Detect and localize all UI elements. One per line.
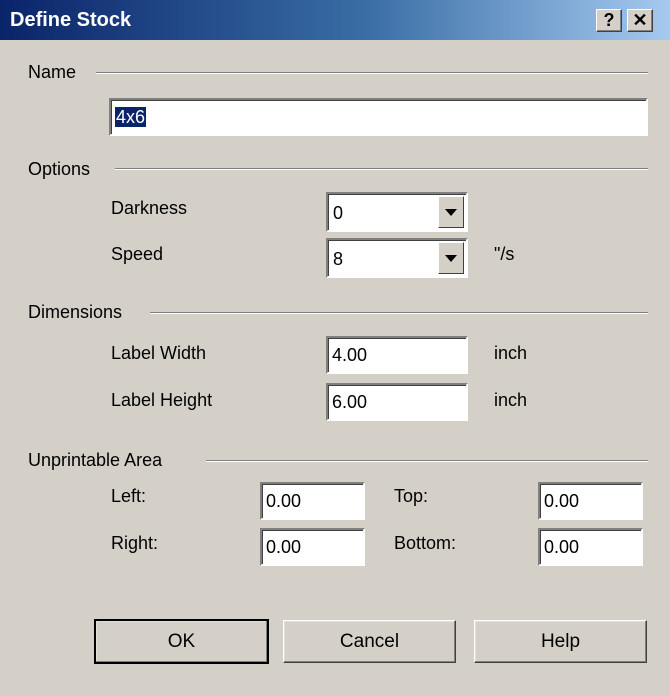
name-divider <box>96 72 648 74</box>
window-title: Define Stock <box>10 9 132 31</box>
dimensions-section-heading: Dimensions <box>28 302 123 322</box>
options-section-heading: Options <box>28 159 91 179</box>
left-label: Left: <box>111 486 147 506</box>
label-width-unit: inch <box>494 343 528 363</box>
right-input[interactable]: 0.00 <box>260 528 365 566</box>
speed-unit: "/s <box>494 244 515 264</box>
chevron-down-icon[interactable] <box>438 196 464 228</box>
darkness-label: Darkness <box>111 198 188 218</box>
bottom-label: Bottom: <box>394 533 457 553</box>
darkness-value: 0 <box>333 203 344 223</box>
unprintable-divider <box>206 460 648 462</box>
define-stock-dialog: Define Stock ? ✕ Name 4x6 Options Darkne… <box>0 0 670 696</box>
dimensions-divider <box>150 312 648 314</box>
left-input[interactable]: 0.00 <box>260 482 365 520</box>
speed-label: Speed <box>111 244 164 264</box>
label-height-input[interactable]: 6.00 <box>326 383 468 421</box>
speed-dropdown[interactable]: 8 <box>326 238 468 278</box>
ok-button[interactable]: OK <box>94 619 269 664</box>
options-divider <box>115 168 648 170</box>
top-label: Top: <box>394 486 429 506</box>
label-width-input[interactable]: 4.00 <box>326 336 468 374</box>
darkness-dropdown[interactable]: 0 <box>326 192 468 232</box>
name-input-value: 4x6 <box>115 107 147 127</box>
top-input[interactable]: 0.00 <box>538 482 643 520</box>
help-button[interactable]: Help <box>474 620 647 663</box>
name-input[interactable]: 4x6 <box>109 98 648 136</box>
title-bar[interactable]: Define Stock ? ✕ <box>0 0 670 40</box>
help-icon[interactable]: ? <box>596 9 622 32</box>
unprintable-section-heading: Unprintable Area <box>28 450 163 470</box>
label-height-unit: inch <box>494 390 528 410</box>
label-height-label: Label Height <box>111 390 213 410</box>
label-width-label: Label Width <box>111 343 207 363</box>
name-section-heading: Name <box>28 62 77 82</box>
speed-value: 8 <box>333 249 344 269</box>
right-label: Right: <box>111 533 159 553</box>
cancel-button[interactable]: Cancel <box>283 620 456 663</box>
close-icon[interactable]: ✕ <box>627 9 653 32</box>
bottom-input[interactable]: 0.00 <box>538 528 643 566</box>
chevron-down-icon[interactable] <box>438 242 464 274</box>
